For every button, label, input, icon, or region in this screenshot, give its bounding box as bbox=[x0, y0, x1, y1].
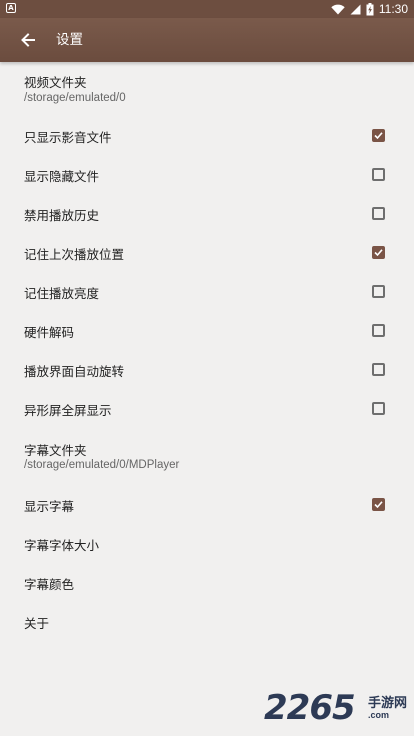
setting-label: 视频文件夹 bbox=[24, 75, 87, 90]
watermark-domain: .com bbox=[368, 710, 390, 720]
setting-show-media-only[interactable]: 只显示影音文件 bbox=[0, 116, 414, 154]
checkbox-checked[interactable] bbox=[372, 246, 385, 259]
battery-charging-icon bbox=[366, 2, 374, 15]
setting-subtitle-color[interactable]: 字幕颜色 bbox=[0, 563, 414, 601]
setting-remember-brightness[interactable]: 记住播放亮度 bbox=[0, 272, 414, 310]
checkbox-unchecked[interactable] bbox=[372, 402, 385, 415]
setting-label: 硬件解码 bbox=[24, 325, 75, 340]
setting-value: /storage/emulated/0/MDPlayer bbox=[24, 459, 180, 471]
setting-label: 只显示影音文件 bbox=[24, 130, 112, 145]
signal-icon bbox=[350, 4, 361, 14]
checkbox-checked[interactable] bbox=[372, 129, 385, 142]
checkbox-unchecked[interactable] bbox=[372, 363, 385, 376]
setting-auto-rotate[interactable]: 播放界面自动旋转 bbox=[0, 350, 414, 388]
status-bar: A 11:30 bbox=[0, 0, 414, 18]
checkbox-unchecked[interactable] bbox=[372, 168, 385, 181]
setting-video-folder[interactable]: 视频文件夹 /storage/emulated/0 bbox=[0, 64, 414, 114]
status-time: 11:30 bbox=[378, 2, 408, 16]
setting-subtitle-folder[interactable]: 字幕文件夹 /storage/emulated/0/MDPlayer bbox=[0, 432, 414, 482]
setting-remember-position[interactable]: 记住上次播放位置 bbox=[0, 233, 414, 271]
setting-label: 记住上次播放位置 bbox=[24, 247, 125, 262]
setting-label: 记住播放亮度 bbox=[24, 286, 100, 301]
setting-label: 禁用播放历史 bbox=[24, 208, 100, 223]
setting-hardware-decode[interactable]: 硬件解码 bbox=[0, 311, 414, 349]
checkbox-unchecked[interactable] bbox=[372, 324, 385, 337]
setting-label: 播放界面自动旋转 bbox=[24, 364, 125, 379]
setting-label: 字幕字体大小 bbox=[24, 538, 100, 553]
setting-disable-history[interactable]: 禁用播放历史 bbox=[0, 194, 414, 232]
checkbox-unchecked[interactable] bbox=[372, 285, 385, 298]
setting-value: /storage/emulated/0 bbox=[24, 92, 126, 104]
setting-label: 显示字幕 bbox=[24, 499, 75, 514]
checkbox-checked[interactable] bbox=[372, 498, 385, 511]
setting-label: 异形屏全屏显示 bbox=[24, 403, 112, 418]
status-icons: 11:30 bbox=[331, 1, 408, 17]
site-watermark-logo: 2265 手游网 .com bbox=[264, 688, 412, 728]
setting-label: 字幕文件夹 bbox=[24, 443, 87, 458]
wifi-icon bbox=[331, 4, 345, 14]
setting-show-subtitle[interactable]: 显示字幕 bbox=[0, 485, 414, 523]
setting-notch-fullscreen[interactable]: 异形屏全屏显示 bbox=[0, 389, 414, 427]
app-bar: 设置 bbox=[0, 18, 414, 62]
setting-label: 显示隐藏文件 bbox=[24, 169, 100, 184]
arrow-left-icon[interactable] bbox=[18, 30, 38, 50]
setting-about[interactable]: 关于 bbox=[0, 602, 414, 640]
watermark-number: 2265 bbox=[264, 688, 356, 728]
watermark-site-name: 手游网 bbox=[368, 696, 408, 711]
setting-label: 关于 bbox=[24, 616, 50, 631]
app-notification-icon: A bbox=[6, 3, 16, 13]
setting-label: 字幕颜色 bbox=[24, 577, 75, 592]
checkbox-unchecked[interactable] bbox=[372, 207, 385, 220]
setting-subtitle-font-size[interactable]: 字幕字体大小 bbox=[0, 524, 414, 562]
page-title: 设置 bbox=[56, 32, 83, 48]
setting-show-hidden[interactable]: 显示隐藏文件 bbox=[0, 155, 414, 193]
